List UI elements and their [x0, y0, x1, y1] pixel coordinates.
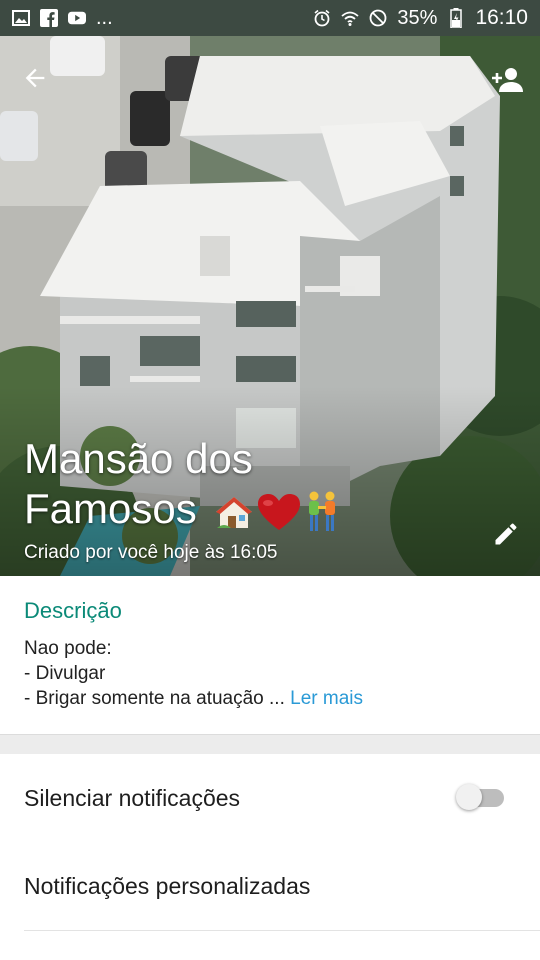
- mute-notifications-label: Silenciar notificações: [24, 784, 241, 811]
- gallery-icon: [12, 9, 30, 27]
- wifi-icon: [341, 9, 359, 27]
- custom-notifications-row[interactable]: Notificações personalizadas: [0, 842, 540, 930]
- custom-notifications-label: Notificações personalizadas: [24, 872, 311, 899]
- do-not-disturb-icon: [369, 9, 387, 27]
- read-more-link[interactable]: Ler mais: [290, 688, 363, 709]
- arrow-back-icon: [25, 68, 45, 88]
- youtube-icon: [68, 9, 86, 27]
- title-emojis: [214, 490, 340, 534]
- house-emoji: [216, 496, 253, 528]
- status-overflow: ...: [96, 6, 113, 29]
- description-line: Nao pode:: [24, 638, 112, 659]
- facebook-icon: [40, 9, 58, 27]
- group-title-text: Famosos: [24, 485, 197, 532]
- heart-emoji: [258, 493, 301, 530]
- couple-emoji: [309, 491, 336, 531]
- row-divider: [24, 930, 540, 931]
- group-header-image: Mansão dos Famosos Criado por você hoje …: [0, 36, 540, 576]
- pencil-icon: [495, 523, 517, 545]
- toggle-thumb: [456, 784, 482, 810]
- description-line-text: - Brigar somente na atuação ...: [24, 688, 285, 709]
- back-button[interactable]: [13, 56, 57, 100]
- clock: 16:10: [475, 6, 528, 29]
- group-title-line1: Mansão dos: [24, 435, 253, 482]
- description-text: Nao pode: - Divulgar - Brigar somente na…: [24, 636, 363, 711]
- battery-icon: [447, 8, 465, 28]
- description-line: - Divulgar: [24, 663, 106, 684]
- add-participant-button[interactable]: [486, 58, 530, 102]
- description-heading: Descrição: [24, 598, 122, 623]
- section-divider: [0, 734, 540, 755]
- edit-group-button[interactable]: [484, 512, 528, 556]
- created-info: Criado por você hoje às 16:05: [24, 542, 278, 563]
- add-person-icon: [492, 68, 523, 92]
- battery-percent: 35%: [397, 6, 438, 29]
- description-line: - Brigar somente na atuação ... Ler mais: [24, 686, 363, 711]
- status-bar: ... 35% 16:10: [0, 0, 540, 36]
- group-title: Mansão dos Famosos: [24, 434, 384, 534]
- alarm-icon: [313, 9, 331, 27]
- description-section: Descrição Nao pode: - Divulgar - Brigar …: [0, 576, 540, 734]
- group-title-line2: Famosos: [24, 484, 384, 534]
- mute-notifications-row[interactable]: Silenciar notificações: [0, 754, 540, 842]
- mute-notifications-toggle[interactable]: [456, 784, 506, 810]
